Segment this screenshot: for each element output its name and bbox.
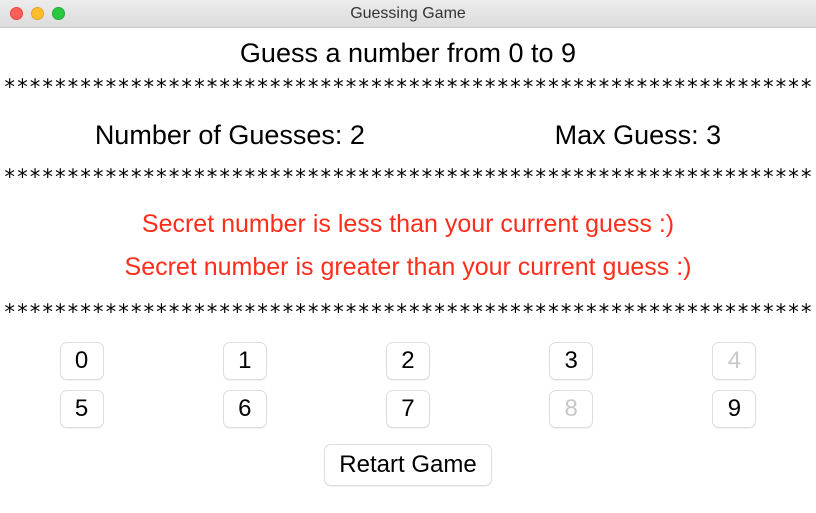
max-label: Max Guess: <box>555 120 707 150</box>
max-stat: Max Guess: 3 <box>555 120 722 151</box>
max-value: 3 <box>706 120 721 150</box>
number-button-8: 8 <box>549 390 593 428</box>
content-area: Guess a number from 0 to 9 *************… <box>0 28 816 486</box>
window-title: Guessing Game <box>0 5 816 23</box>
divider-1: ****************************************… <box>0 75 816 100</box>
number-button-1[interactable]: 1 <box>223 342 267 380</box>
guesses-stat: Number of Guesses: 2 <box>95 120 365 151</box>
num-cell: 5 <box>0 390 163 428</box>
divider-3: ****************************************… <box>0 300 816 325</box>
number-button-3[interactable]: 3 <box>549 342 593 380</box>
number-grid: 0 1 2 3 4 5 6 7 8 9 <box>0 342 816 428</box>
num-cell: 6 <box>163 390 326 428</box>
prompt-text: Guess a number from 0 to 9 <box>240 38 576 69</box>
minimize-icon[interactable] <box>31 7 44 20</box>
guesses-value: 2 <box>350 120 365 150</box>
num-cell: 9 <box>653 390 816 428</box>
restart-row: Retart Game <box>324 444 491 486</box>
num-cell: 0 <box>0 342 163 380</box>
num-cell: 7 <box>326 390 489 428</box>
num-cell: 4 <box>653 342 816 380</box>
restart-button[interactable]: Retart Game <box>324 444 491 486</box>
number-button-0[interactable]: 0 <box>60 342 104 380</box>
number-button-2[interactable]: 2 <box>386 342 430 380</box>
window-titlebar: Guessing Game <box>0 0 816 28</box>
number-button-5[interactable]: 5 <box>60 390 104 428</box>
number-button-9[interactable]: 9 <box>712 390 756 428</box>
num-cell: 2 <box>326 342 489 380</box>
close-icon[interactable] <box>10 7 23 20</box>
maximize-icon[interactable] <box>52 7 65 20</box>
hint-1: Secret number is less than your current … <box>142 210 674 239</box>
hint-2: Secret number is greater than your curre… <box>125 253 692 282</box>
guesses-label: Number of Guesses: <box>95 120 350 150</box>
number-button-7[interactable]: 7 <box>386 390 430 428</box>
stats-row: Number of Guesses: 2 Max Guess: 3 <box>0 120 816 151</box>
num-cell: 3 <box>490 342 653 380</box>
hints-area: Secret number is less than your current … <box>125 210 692 282</box>
window-controls <box>10 7 65 20</box>
number-button-4: 4 <box>712 342 756 380</box>
num-cell: 8 <box>490 390 653 428</box>
number-button-6[interactable]: 6 <box>223 390 267 428</box>
num-cell: 1 <box>163 342 326 380</box>
divider-2: ****************************************… <box>0 165 816 190</box>
